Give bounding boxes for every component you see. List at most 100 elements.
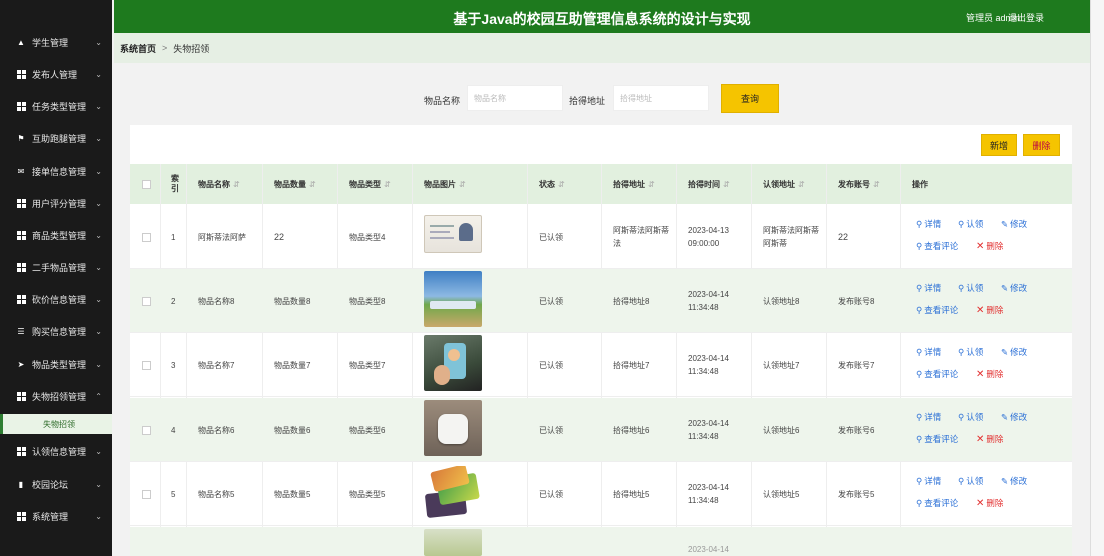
row-delete-button[interactable]: ✕ 删除 — [976, 368, 1003, 380]
sidebar-item-students[interactable]: ▲ 学生管理 ⌄ — [0, 28, 112, 56]
delete-button[interactable]: 删除 — [1023, 134, 1060, 156]
col-qty[interactable]: 物品数量 ⇵ — [274, 164, 316, 204]
edit-button[interactable]: ✎ 修改 — [1001, 475, 1027, 487]
cell-name: 物品名称5 — [198, 489, 235, 499]
table-row-partial: 2023-04-14 — [130, 527, 1072, 556]
cell-account: 发布账号5 — [838, 489, 875, 499]
item-image-earbuds-case[interactable] — [424, 400, 482, 456]
sidebar-item-claims[interactable]: 认领信息管理 ⌄ — [0, 437, 112, 465]
add-button[interactable]: 新增 — [981, 134, 1017, 156]
row-checkbox[interactable] — [142, 462, 151, 526]
cell-qty: 22 — [274, 231, 285, 242]
col-account[interactable]: 发布账号 ⇵ — [838, 164, 880, 204]
cell-found-time: 2023-04-14 11:34:48 — [688, 290, 729, 312]
row-delete-button[interactable]: ✕ 删除 — [976, 240, 1003, 252]
col-found-time[interactable]: 拾得时间 ⇵ — [688, 164, 730, 204]
breadcrumb-home[interactable]: 系统首页 — [120, 42, 156, 55]
cell-type: 物品类型4 — [349, 232, 386, 242]
claim-button[interactable]: ⚲ 认领 — [958, 218, 983, 230]
col-type[interactable]: 物品类型 ⇵ — [349, 164, 391, 204]
detail-button[interactable]: ⚲ 详情 — [916, 218, 941, 230]
claim-button[interactable]: ⚲ 认领 — [958, 346, 983, 358]
sidebar-item-second-hand[interactable]: 二手物品管理 ⌄ — [0, 253, 112, 281]
search-icon: ⚲ — [916, 411, 923, 422]
col-status[interactable]: 状态 ⇵ — [539, 164, 565, 204]
row-delete-button[interactable]: ✕ 删除 — [976, 497, 1003, 509]
view-comments-button[interactable]: ⚲ 查看评论 — [916, 304, 958, 316]
sort-icon: ⇵ — [873, 179, 880, 189]
sidebar-item-forum[interactable]: ▮ 校园论坛 ⌄ — [0, 470, 112, 498]
detail-button[interactable]: ⚲ 详情 — [916, 411, 941, 423]
sidebar-item-goods-types[interactable]: 商品类型管理 ⌄ — [0, 221, 112, 249]
row-delete-button[interactable]: ✕ 删除 — [976, 304, 1003, 316]
sidebar-item-orders[interactable]: ✉ 接单信息管理 ⌄ — [0, 157, 112, 185]
item-image-transit-card[interactable] — [424, 271, 482, 327]
sidebar-item-lost-found[interactable]: 失物招领管理 ⌃ — [0, 382, 112, 410]
sidebar-item-system[interactable]: 系统管理 ⌄ — [0, 502, 112, 530]
col-image[interactable]: 物品图片 ⇵ — [424, 164, 466, 204]
view-comments-button[interactable]: ⚲ 查看评论 — [916, 368, 958, 380]
chevron-down-icon: ⌄ — [95, 511, 102, 521]
sidebar-item-label: 发布人管理 — [32, 69, 78, 80]
sort-icon: ⇵ — [309, 179, 316, 189]
page-title: 基于Java的校园互助管理信息系统的设计与实现 — [453, 11, 751, 27]
detail-button[interactable]: ⚲ 详情 — [916, 282, 941, 294]
detail-button[interactable]: ⚲ 详情 — [916, 475, 941, 487]
sidebar-item-label: 砍价信息管理 — [32, 294, 87, 305]
sidebar-item-bargain[interactable]: 砍价信息管理 ⌄ — [0, 285, 112, 313]
item-name-input[interactable]: 物品名称 — [467, 85, 563, 111]
item-image-cards[interactable] — [424, 466, 482, 522]
table-row: 2 物品名称8 物品数量8 物品类型8 已认领 拾得地址8 2023-04-14… — [130, 269, 1072, 333]
sidebar-item-label: 任务类型管理 — [32, 101, 87, 112]
cell-type: 物品类型8 — [349, 296, 386, 306]
cell-type: 物品类型6 — [349, 425, 386, 435]
sidebar-item-ratings[interactable]: 用户评分管理 ⌄ — [0, 189, 112, 217]
sidebar-subitem-lost-found[interactable]: 失物招领 — [0, 414, 112, 434]
row-checkbox[interactable] — [142, 333, 151, 397]
detail-button[interactable]: ⚲ 详情 — [916, 346, 941, 358]
breadcrumb: 系统首页 > 失物招领 — [114, 33, 1090, 63]
search-icon: ⚲ — [916, 346, 923, 357]
cell-qty: 物品数量6 — [274, 425, 311, 435]
claim-button[interactable]: ⚲ 认领 — [958, 411, 983, 423]
sidebar-item-task-types[interactable]: 任务类型管理 ⌄ — [0, 92, 112, 120]
sidebar-item-purchase[interactable]: ☰ 购买信息管理 ⌄ — [0, 317, 112, 345]
found-address-input[interactable]: 拾得地址 — [613, 85, 709, 111]
item-image-id-card[interactable] — [424, 215, 482, 253]
page-scrollbar[interactable] — [1090, 0, 1104, 556]
top-header: 基于Java的校园互助管理信息系统的设计与实现 管理员 admin 退出登录 — [114, 0, 1090, 33]
row-delete-button[interactable]: ✕ 删除 — [976, 433, 1003, 445]
pencil-icon: ✎ — [1001, 218, 1009, 229]
cell-index: 3 — [171, 360, 176, 370]
row-checkbox[interactable] — [142, 205, 151, 269]
chevron-down-icon: ⌄ — [95, 446, 102, 456]
col-found-address[interactable]: 拾得地址 ⇵ — [613, 164, 655, 204]
claim-button[interactable]: ⚲ 认领 — [958, 475, 983, 487]
edit-button[interactable]: ✎ 修改 — [1001, 218, 1027, 230]
table-row: 3 物品名称7 物品数量7 物品类型7 已认领 拾得地址7 2023-04-14… — [130, 333, 1072, 397]
logout-link[interactable]: 退出登录 — [1008, 11, 1044, 24]
view-comments-button[interactable]: ⚲ 查看评论 — [916, 240, 958, 252]
item-image-partial[interactable] — [424, 529, 482, 556]
sidebar-item-errands[interactable]: ⚑ 互助跑腿管理 ⌄ — [0, 124, 112, 152]
edit-button[interactable]: ✎ 修改 — [1001, 282, 1027, 294]
col-claim-address[interactable]: 认领地址 ⇵ — [763, 164, 805, 204]
sidebar-item-item-types[interactable]: ➤ 物品类型管理 ⌄ — [0, 350, 112, 378]
edit-button[interactable]: ✎ 修改 — [1001, 411, 1027, 423]
view-comments-button[interactable]: ⚲ 查看评论 — [916, 497, 958, 509]
view-comments-button[interactable]: ⚲ 查看评论 — [916, 433, 958, 445]
chevron-down-icon: ⌄ — [95, 37, 102, 47]
cell-index: 5 — [171, 489, 176, 499]
col-name[interactable]: 物品名称 ⇵ — [198, 164, 240, 204]
edit-button[interactable]: ✎ 修改 — [1001, 346, 1027, 358]
search-icon: ⚲ — [916, 218, 923, 229]
claim-button[interactable]: ⚲ 认领 — [958, 282, 983, 294]
sidebar-item-publishers[interactable]: 发布人管理 ⌄ — [0, 60, 112, 88]
row-checkbox[interactable] — [142, 398, 151, 462]
item-image-student-card[interactable] — [424, 335, 482, 391]
sort-icon: ⇵ — [648, 179, 655, 189]
search-button[interactable]: 查询 — [721, 84, 779, 113]
select-all-checkbox[interactable] — [142, 164, 151, 204]
row-checkbox[interactable] — [142, 269, 151, 333]
close-icon: ✕ — [976, 240, 985, 252]
